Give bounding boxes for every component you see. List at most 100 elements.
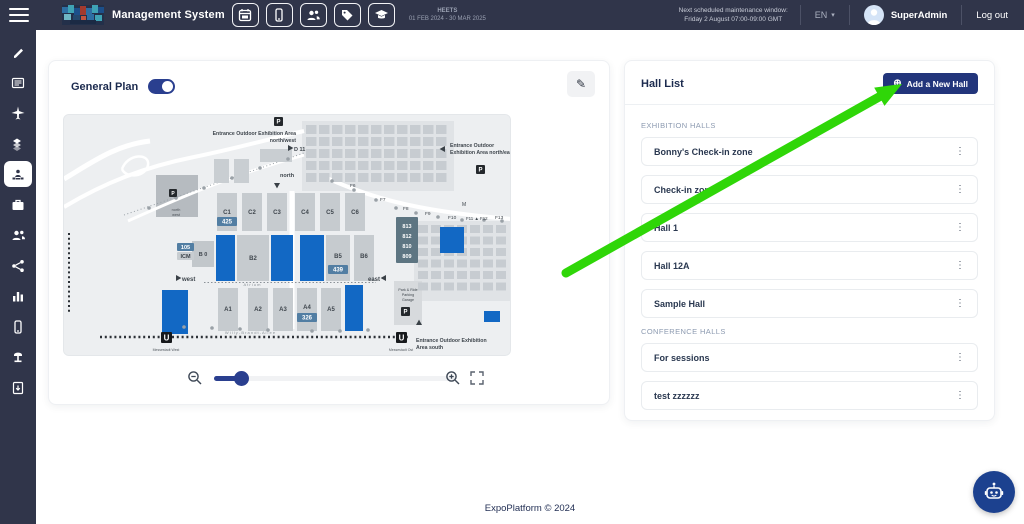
kebab-menu-icon[interactable]: ⋮ xyxy=(953,260,967,271)
chatbot-button[interactable] xyxy=(973,471,1015,513)
sidebar-item-team[interactable] xyxy=(5,223,31,247)
svg-text:B6: B6 xyxy=(360,254,368,260)
svg-text:A4: A4 xyxy=(303,305,311,311)
sidebar-item-edit[interactable] xyxy=(5,40,31,64)
logout-button[interactable]: Log out xyxy=(976,10,1008,21)
svg-text:A3: A3 xyxy=(279,307,287,313)
zoom-in-icon[interactable] xyxy=(445,370,461,386)
user-name: SuperAdmin xyxy=(891,10,947,21)
svg-text:F8: F8 xyxy=(403,206,409,212)
sidebar-item-briefcase[interactable] xyxy=(5,193,31,217)
hall-item-label: Hall 1 xyxy=(654,223,678,233)
tags-icon xyxy=(11,137,25,151)
fullscreen-icon[interactable] xyxy=(469,370,485,386)
svg-text:A2: A2 xyxy=(254,307,262,313)
user-menu[interactable]: SuperAdmin xyxy=(864,5,947,25)
svg-text:F7: F7 xyxy=(380,197,386,203)
header-divider xyxy=(961,5,962,25)
kebab-menu-icon[interactable]: ⋮ xyxy=(953,390,967,401)
kebab-menu-icon[interactable]: ⋮ xyxy=(953,298,967,309)
attendees-nav-button[interactable] xyxy=(300,3,327,27)
sidebar-item-analytics[interactable] xyxy=(5,284,31,308)
sidebar-item-mobile-app[interactable] xyxy=(5,315,31,339)
sidebar-item-tags[interactable] xyxy=(5,132,31,156)
svg-text:P: P xyxy=(403,310,407,316)
file-export-icon xyxy=(11,381,25,395)
calendar-icon xyxy=(238,8,252,22)
svg-text:Messestadt West: Messestadt West xyxy=(153,348,180,352)
add-new-hall-button[interactable]: ⊕ Add a New Hall xyxy=(883,73,978,94)
kebab-menu-icon[interactable]: ⋮ xyxy=(953,352,967,363)
education-icon xyxy=(374,8,389,22)
venue-map-svg: PPPPUU105ICM425439326Entrance Outdoor Ex… xyxy=(64,115,511,356)
pencil-icon: ✎ xyxy=(576,77,586,91)
hall-list-item[interactable]: test zzzzzz ⋮ xyxy=(641,381,978,410)
svg-text:F10: F10 xyxy=(448,215,457,221)
svg-text:A t r i u m: A t r i u m xyxy=(244,282,262,287)
content-card-icon xyxy=(11,76,25,90)
bar-chart-icon xyxy=(11,289,25,303)
hall-item-label: Sample Hall xyxy=(654,299,705,309)
svg-text:A5: A5 xyxy=(327,307,335,313)
svg-text:Entrance Outdoor: Entrance Outdoor xyxy=(450,143,494,149)
exhibitor-booth-icon xyxy=(11,167,25,181)
sidebar-item-content[interactable] xyxy=(5,71,31,95)
svg-text:F9: F9 xyxy=(425,211,431,217)
sidebar-item-share[interactable] xyxy=(5,254,31,278)
general-plan-title: General Plan xyxy=(71,81,138,93)
event-name: HEETS xyxy=(409,7,486,15)
maintenance-notice: Next scheduled maintenance window: Frida… xyxy=(679,6,788,24)
page: Management System HEETS 01 FEB 2024 - 30… xyxy=(0,0,1024,524)
kebab-menu-icon[interactable]: ⋮ xyxy=(953,184,967,195)
sidebar-item-export[interactable] xyxy=(5,376,31,400)
hall-item-label: test zzzzzz xyxy=(654,391,700,401)
calendar-nav-button[interactable] xyxy=(232,3,259,27)
map-zoom-controls xyxy=(49,366,611,390)
svg-text:C3: C3 xyxy=(273,210,281,216)
hall-list-item[interactable]: Bonny's Check-in zone⋮ xyxy=(641,137,978,166)
hall-list-item[interactable]: For sessions⋮ xyxy=(641,343,978,372)
kebab-menu-icon[interactable]: ⋮ xyxy=(953,146,967,157)
event-info: HEETS 01 FEB 2024 - 30 MAR 2025 xyxy=(409,7,486,23)
svg-text:C4: C4 xyxy=(301,210,309,216)
svg-text:east: east xyxy=(368,277,380,283)
svg-text:C2: C2 xyxy=(248,210,256,216)
hall-list-item[interactable]: Hall 12A ⋮ xyxy=(641,251,978,280)
svg-text:W i l l y - B r a n d t - A l: W i l l y - B r a n d t - A l l e e xyxy=(225,330,276,335)
tag-icon xyxy=(340,8,354,22)
hall-list-item[interactable]: Hall 1 ⋮ xyxy=(641,213,978,242)
svg-text:Park & Ride: Park & Ride xyxy=(398,288,417,292)
svg-text:Messestadt Ost: Messestadt Ost xyxy=(389,348,413,352)
people-icon xyxy=(11,228,26,242)
attendees-icon xyxy=(306,8,321,22)
zoom-out-icon[interactable] xyxy=(187,370,203,386)
svg-text:U: U xyxy=(164,333,170,342)
hall-item-label: Hall 12A xyxy=(654,261,690,271)
zoom-slider[interactable] xyxy=(214,376,456,381)
svg-text:F6: F6 xyxy=(350,183,356,189)
plus-circle-icon: ⊕ xyxy=(893,79,901,89)
mobile-nav-button[interactable] xyxy=(266,3,293,27)
svg-text:810: 810 xyxy=(402,244,411,250)
tag-nav-button[interactable] xyxy=(334,3,361,27)
venue-map[interactable]: PPPPUU105ICM425439326Entrance Outdoor Ex… xyxy=(63,114,511,356)
sidebar-item-stand[interactable] xyxy=(5,345,31,369)
kebab-menu-icon[interactable]: ⋮ xyxy=(953,222,967,233)
svg-text:Parking: Parking xyxy=(402,293,414,297)
language-selector[interactable]: EN ▾ xyxy=(815,10,835,20)
share-icon xyxy=(11,259,25,273)
zoom-slider-thumb[interactable] xyxy=(234,371,249,386)
edit-plan-button[interactable]: ✎ xyxy=(567,71,595,97)
general-plan-toggle[interactable] xyxy=(148,79,175,94)
svg-text:F13: F13 xyxy=(495,215,504,221)
hall-list-item[interactable]: Check-in zone⋮ xyxy=(641,175,978,204)
airplane-icon xyxy=(11,106,25,120)
svg-text:425: 425 xyxy=(222,220,233,226)
left-sidebar xyxy=(0,30,36,524)
hamburger-menu-icon[interactable] xyxy=(9,8,29,22)
sidebar-item-travel[interactable] xyxy=(5,101,31,125)
svg-text:C6: C6 xyxy=(351,210,359,216)
education-nav-button[interactable] xyxy=(368,3,395,27)
sidebar-item-floorplan[interactable] xyxy=(5,162,31,186)
hall-list-item[interactable]: Sample Hall ⋮ xyxy=(641,289,978,318)
